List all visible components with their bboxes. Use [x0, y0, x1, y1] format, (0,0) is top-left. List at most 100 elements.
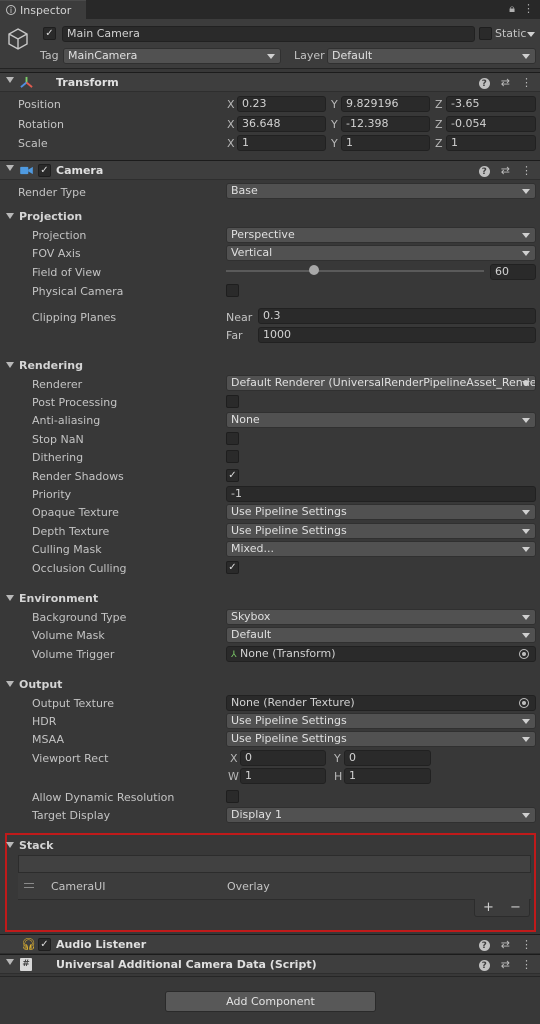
far-label[interactable]: Far — [226, 329, 243, 342]
output-texture-field[interactable]: None (Render Texture) — [226, 695, 536, 711]
scale-label[interactable]: Scale — [18, 137, 48, 150]
preset-icon[interactable]: ⇄ — [501, 164, 510, 177]
static-checkbox[interactable] — [479, 27, 492, 40]
tag-dropdown[interactable]: MainCamera — [63, 48, 281, 64]
tab-inspector[interactable]: i Inspector — [0, 0, 86, 19]
axis-y-label[interactable]: Y — [331, 98, 338, 111]
rotation-z-field[interactable]: -0.054 — [446, 116, 536, 132]
additional-camera-data-header[interactable]: # Universal Additional Camera Data (Scri… — [0, 954, 540, 974]
viewport-x-field[interactable]: 0 — [240, 750, 326, 766]
scale-y-field[interactable]: 1 — [341, 135, 430, 151]
target-display-dropdown[interactable]: Display 1 — [226, 807, 536, 823]
fov-axis-dropdown[interactable]: Vertical — [226, 245, 536, 261]
axis-y-label[interactable]: Y — [331, 137, 338, 150]
viewport-h-axis-label[interactable]: H — [334, 770, 342, 783]
priority-field[interactable]: -1 — [226, 486, 536, 502]
kebab-menu-icon[interactable]: ⋮ — [521, 958, 532, 971]
axis-z-label[interactable]: Z — [435, 118, 443, 131]
rotation-y-field[interactable]: -12.398 — [341, 116, 430, 132]
object-picker-icon[interactable] — [519, 698, 529, 708]
stack-list-item[interactable]: CameraUI Overlay — [18, 872, 531, 899]
output-section[interactable]: Output — [6, 678, 62, 691]
axis-z-label[interactable]: Z — [435, 137, 443, 150]
viewport-h-field[interactable]: 1 — [344, 768, 431, 784]
stack-section[interactable]: Stack — [6, 839, 53, 852]
viewport-w-axis-label[interactable]: W — [228, 770, 239, 783]
near-field[interactable]: 0.3 — [258, 308, 536, 324]
help-icon[interactable]: ? — [478, 960, 490, 971]
viewport-w-field[interactable]: 1 — [240, 768, 326, 784]
axis-x-label[interactable]: X — [227, 137, 235, 150]
dynamic-resolution-checkbox[interactable] — [226, 790, 239, 803]
fov-slider-thumb[interactable] — [309, 265, 319, 275]
axis-x-label[interactable]: X — [227, 98, 235, 111]
camera-enabled-checkbox[interactable]: ✓ — [38, 164, 51, 177]
axis-y-label[interactable]: Y — [331, 118, 338, 131]
kebab-menu-icon[interactable]: ⋮ — [523, 2, 534, 16]
drag-handle-icon[interactable] — [24, 883, 34, 888]
active-checkbox[interactable]: ✓ — [43, 27, 56, 40]
remove-stack-item-button[interactable]: − — [510, 900, 521, 915]
fov-label[interactable]: Field of View — [32, 266, 101, 279]
camera-header[interactable]: ✓ Camera ? ⇄ ⋮ — [0, 160, 540, 180]
audio-listener-enabled-checkbox[interactable]: ✓ — [38, 938, 51, 951]
foldout-arrow-icon[interactable] — [6, 959, 14, 965]
msaa-dropdown[interactable]: Use Pipeline Settings — [226, 731, 536, 747]
far-field[interactable]: 1000 — [258, 327, 536, 343]
background-type-dropdown[interactable]: Skybox — [226, 609, 536, 625]
occlusion-culling-checkbox[interactable]: ✓ — [226, 561, 239, 574]
position-label[interactable]: Position — [18, 98, 61, 111]
volume-trigger-field[interactable]: ⅄ None (Transform) — [226, 646, 536, 662]
position-z-field[interactable]: -3.65 — [446, 96, 536, 112]
add-component-button[interactable]: Add Component — [165, 991, 376, 1012]
scale-x-field[interactable]: 1 — [237, 135, 326, 151]
culling-mask-dropdown[interactable]: Mixed... — [226, 541, 536, 557]
axis-z-label[interactable]: Z — [435, 98, 443, 111]
kebab-menu-icon[interactable]: ⋮ — [521, 938, 532, 951]
static-label[interactable]: Static — [495, 27, 526, 40]
physical-camera-checkbox[interactable] — [226, 284, 239, 297]
stop-nan-checkbox[interactable] — [226, 432, 239, 445]
position-x-field[interactable]: 0.23 — [237, 96, 326, 112]
projection-dropdown[interactable]: Perspective — [226, 227, 536, 243]
opaque-texture-dropdown[interactable]: Use Pipeline Settings — [226, 504, 536, 520]
help-icon[interactable]: ? — [478, 166, 490, 177]
near-label[interactable]: Near — [226, 311, 252, 324]
rotation-x-field[interactable]: 36.648 — [237, 116, 326, 132]
object-name-field[interactable]: Main Camera — [62, 26, 475, 42]
hdr-dropdown[interactable]: Use Pipeline Settings — [226, 713, 536, 729]
fov-value-field[interactable]: 60 — [490, 264, 536, 280]
rendering-section[interactable]: Rendering — [6, 359, 83, 372]
fov-slider-track[interactable] — [226, 270, 484, 272]
viewport-y-field[interactable]: 0 — [344, 750, 431, 766]
depth-texture-dropdown[interactable]: Use Pipeline Settings — [226, 523, 536, 539]
add-stack-item-button[interactable]: + — [483, 900, 494, 915]
render-type-dropdown[interactable]: Base — [226, 183, 536, 199]
help-icon[interactable]: ? — [478, 78, 490, 89]
render-shadows-checkbox[interactable]: ✓ — [226, 469, 239, 482]
kebab-menu-icon[interactable]: ⋮ — [521, 164, 532, 177]
axis-x-label[interactable]: X — [227, 118, 235, 131]
static-dropdown-arrow-icon[interactable] — [527, 32, 535, 37]
viewport-y-axis-label[interactable]: Y — [334, 752, 341, 765]
object-picker-icon[interactable] — [519, 649, 529, 659]
layer-dropdown[interactable]: Default — [327, 48, 536, 64]
volume-mask-dropdown[interactable]: Default — [226, 627, 536, 643]
priority-label[interactable]: Priority — [32, 488, 71, 501]
foldout-arrow-icon[interactable] — [6, 77, 14, 83]
preset-icon[interactable]: ⇄ — [501, 938, 510, 951]
projection-section[interactable]: Projection — [6, 210, 82, 223]
audio-listener-header[interactable]: 🎧︎ ✓ Audio Listener ? ⇄ ⋮ — [0, 934, 540, 954]
kebab-menu-icon[interactable]: ⋮ — [521, 76, 532, 89]
post-processing-checkbox[interactable] — [226, 395, 239, 408]
scale-z-field[interactable]: 1 — [446, 135, 536, 151]
transform-header[interactable]: Transform ? ⇄ ⋮ — [0, 72, 540, 92]
position-y-field[interactable]: 9.829196 — [341, 96, 430, 112]
renderer-dropdown[interactable]: Default Renderer (UniversalRenderPipelin… — [226, 375, 536, 391]
anti-aliasing-dropdown[interactable]: None — [226, 412, 536, 428]
dithering-checkbox[interactable] — [226, 450, 239, 463]
rotation-label[interactable]: Rotation — [18, 118, 64, 131]
environment-section[interactable]: Environment — [6, 592, 98, 605]
lock-icon[interactable]: 🔒︎ — [509, 2, 515, 16]
preset-icon[interactable]: ⇄ — [501, 958, 510, 971]
